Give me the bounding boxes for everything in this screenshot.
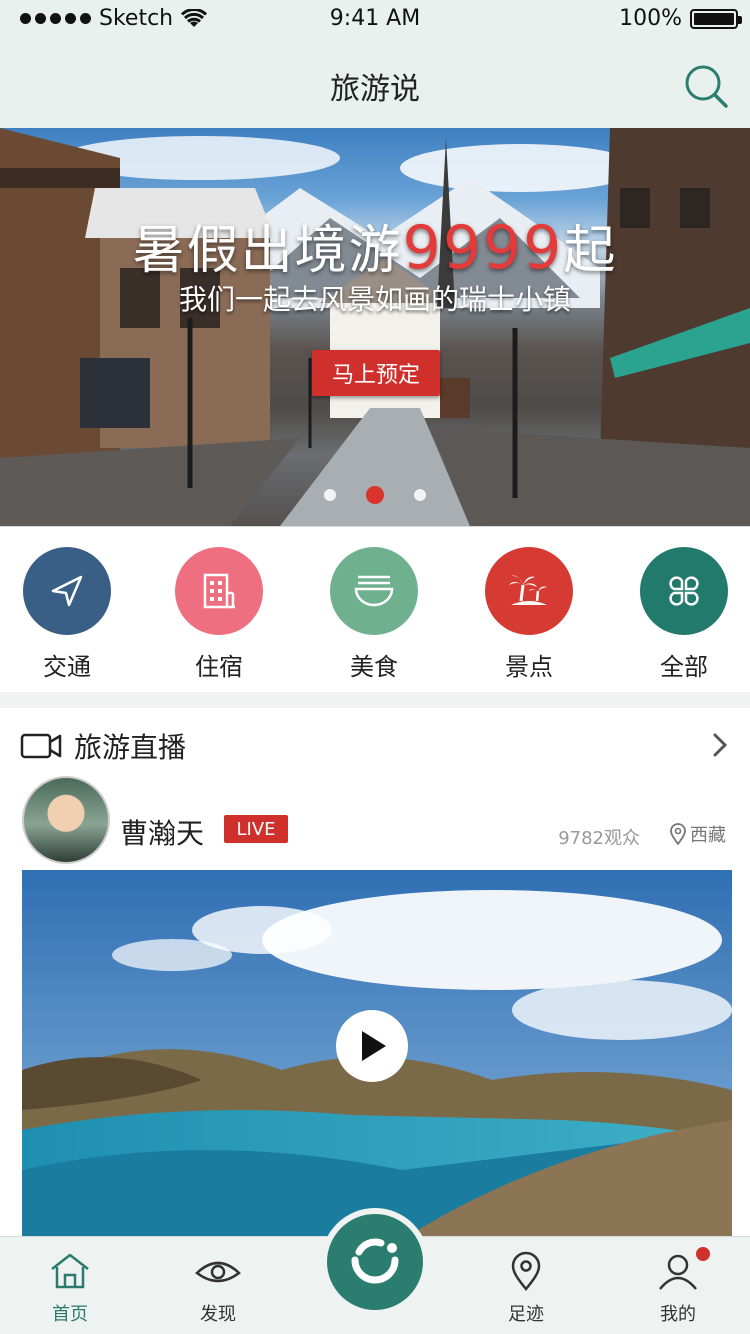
banner-title-price: 9999 xyxy=(402,213,564,283)
promo-banner[interactable]: 暑假出境游9999起 我们一起去风景如画的瑞士小镇 马上预定 xyxy=(0,128,750,526)
category-label: 住宿 xyxy=(195,653,243,681)
avatar[interactable] xyxy=(22,776,110,864)
category-label: 全部 xyxy=(660,653,708,681)
battery-icon xyxy=(690,8,742,29)
tab-label: 我的 xyxy=(660,1304,696,1325)
search-icon[interactable] xyxy=(682,62,730,110)
category-label: 景点 xyxy=(505,653,553,681)
palm-island-icon xyxy=(485,547,573,635)
camera-center-button[interactable] xyxy=(327,1214,423,1310)
location-label: 西藏 xyxy=(690,825,726,846)
live-video-thumbnail[interactable] xyxy=(22,870,732,1240)
category-food[interactable]: 美食 xyxy=(324,547,424,682)
battery-status: 100% xyxy=(619,6,742,31)
navigation-bar: 旅游说 xyxy=(0,40,750,128)
banner-pager[interactable] xyxy=(0,486,750,504)
category-grid: 交通 住宿 美食 景点 全部 xyxy=(0,526,750,692)
book-now-button[interactable]: 马上预定 xyxy=(312,350,440,396)
viewer-count: 9782观众 xyxy=(558,828,640,849)
user-icon xyxy=(659,1254,697,1290)
video-camera-icon xyxy=(20,733,62,759)
noodle-bowl-icon xyxy=(330,547,418,635)
tab-home[interactable]: 首页 xyxy=(30,1251,110,1326)
live-section-title: 旅游直播 xyxy=(74,731,187,764)
status-bar: Sketch 9:41 AM 100% xyxy=(0,0,750,40)
tab-label: 足迹 xyxy=(508,1304,544,1325)
camera-center-icon xyxy=(351,1238,399,1284)
category-hotel[interactable]: 住宿 xyxy=(169,547,269,682)
clover-grid-icon xyxy=(640,547,728,635)
eye-icon xyxy=(195,1261,241,1283)
home-icon xyxy=(51,1253,89,1289)
tab-profile[interactable]: 我的 xyxy=(638,1247,718,1326)
tab-label: 发现 xyxy=(200,1304,236,1325)
banner-title-prefix: 暑假出境游 xyxy=(132,221,403,281)
location-pin-icon xyxy=(670,823,686,845)
streamer-name[interactable]: 曹瀚天 xyxy=(120,812,204,852)
hotel-building-icon xyxy=(175,547,263,635)
pager-dot[interactable] xyxy=(414,489,426,501)
live-section: 旅游直播 曹瀚天 LIVE 9782观众 西藏 xyxy=(0,708,750,1240)
play-icon xyxy=(362,1031,386,1061)
tab-discover[interactable]: 发现 xyxy=(178,1251,258,1326)
banner-photo xyxy=(0,128,750,526)
chevron-right-icon[interactable] xyxy=(712,732,728,758)
page-title: 旅游说 xyxy=(330,72,420,107)
category-label: 交通 xyxy=(43,653,91,681)
category-transport[interactable]: 交通 xyxy=(17,547,117,682)
live-section-header[interactable]: 旅游直播 xyxy=(20,726,186,766)
navigation-arrow-icon xyxy=(23,547,111,635)
live-badge: LIVE xyxy=(224,815,288,843)
category-all[interactable]: 全部 xyxy=(634,547,734,682)
banner-title-suffix: 起 xyxy=(563,221,618,281)
location-pin-icon xyxy=(511,1251,541,1291)
category-label: 美食 xyxy=(350,653,398,681)
notification-dot xyxy=(696,1247,710,1261)
pager-dot-active[interactable] xyxy=(366,486,384,504)
category-sights[interactable]: 景点 xyxy=(479,547,579,682)
banner-subtitle: 我们一起去风景如画的瑞士小镇 xyxy=(178,283,571,316)
stream-location: 西藏 xyxy=(670,821,726,847)
play-button[interactable] xyxy=(336,1010,408,1082)
tab-footprint[interactable]: 足迹 xyxy=(486,1251,566,1326)
pager-dot[interactable] xyxy=(324,489,336,501)
tab-label: 首页 xyxy=(52,1304,88,1325)
battery-percent: 100% xyxy=(619,6,682,31)
banner-title: 暑假出境游9999起 xyxy=(0,208,750,283)
